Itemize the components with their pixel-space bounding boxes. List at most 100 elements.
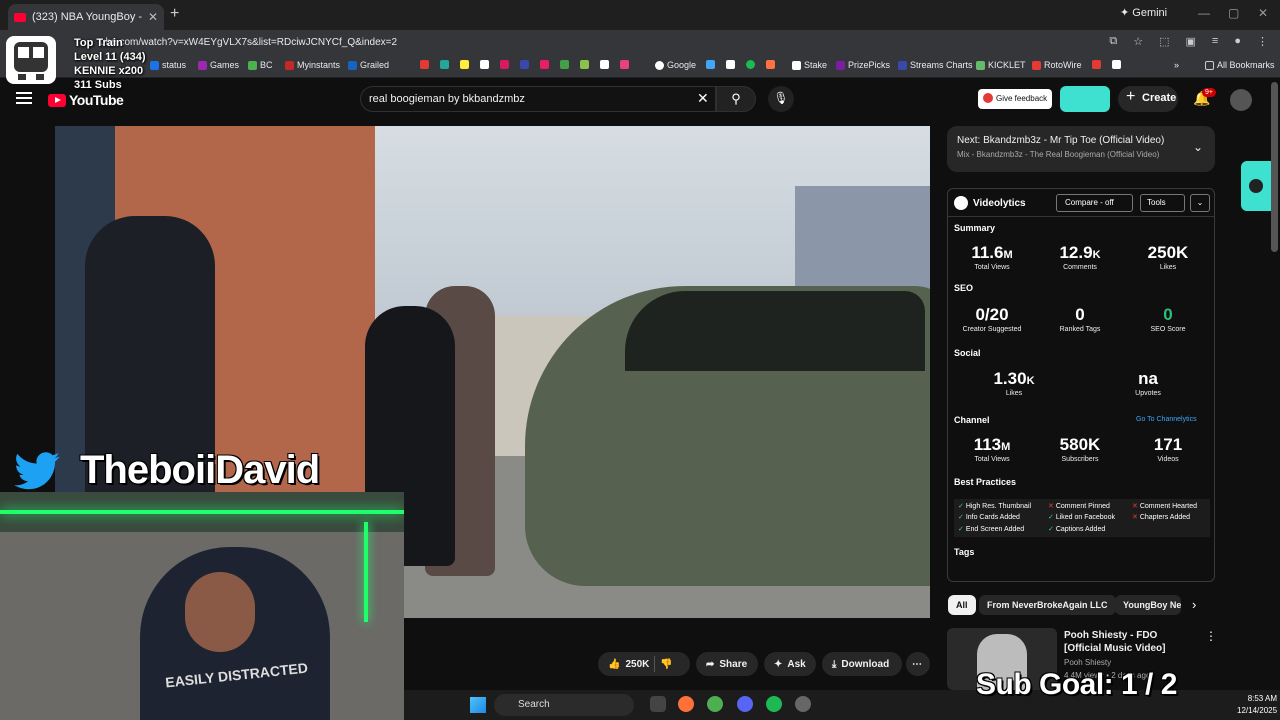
dislike-icon[interactable]: 👎	[660, 659, 672, 670]
extra-bookmark-icon[interactable]	[540, 60, 549, 69]
extra-bookmark-icon[interactable]	[726, 60, 735, 69]
chip-all[interactable]: All	[948, 595, 976, 615]
account-avatar[interactable]	[1230, 89, 1252, 111]
chevron-right-icon[interactable]: ›	[1192, 597, 1196, 612]
extra-bookmark-icon[interactable]	[520, 60, 529, 69]
search-input[interactable]: real boogieman by bkbandzmbz	[360, 86, 716, 112]
search-button[interactable]: ⚲	[716, 86, 756, 112]
give-feedback-button[interactable]: Give feedback	[978, 89, 1052, 109]
extra-bookmark-icon[interactable]	[620, 60, 629, 69]
bookmark-star-icon[interactable]: ☆	[1133, 35, 1143, 48]
bookmark-grailed[interactable]: Grailed	[348, 60, 389, 70]
go-to-channelytics-link[interactable]: Go To Channelytics	[1136, 416, 1197, 423]
bookmark-games[interactable]: Games	[198, 60, 239, 70]
download-button[interactable]: ⤓ Download	[822, 652, 902, 676]
extra-bookmark-icon[interactable]	[580, 60, 589, 69]
new-tab-button[interactable]: +	[170, 5, 179, 23]
close-tab-icon[interactable]: ✕	[148, 10, 158, 24]
chrome-icon[interactable]	[707, 696, 723, 712]
youtube-logo[interactable]: YouTube	[48, 92, 124, 108]
minimize-icon[interactable]: —	[1198, 6, 1210, 20]
profile-icon[interactable]: ●	[1234, 35, 1241, 48]
extra-bookmark-icon[interactable]	[480, 60, 489, 69]
more-options-icon[interactable]: ⋮	[1205, 629, 1217, 643]
bookmarks-overflow-icon[interactable]: »	[1174, 60, 1179, 70]
bookmark-status[interactable]: status	[150, 60, 186, 70]
collapse-panel-button[interactable]: ⌄	[1190, 194, 1210, 212]
install-icon[interactable]: ⧉	[1109, 35, 1117, 48]
videolytics-toggle-button[interactable]	[1060, 86, 1110, 112]
close-window-icon[interactable]: ✕	[1258, 6, 1268, 20]
gemini-button[interactable]: ✦ Gemini	[1120, 6, 1167, 19]
discord-icon[interactable]	[737, 696, 753, 712]
extra-bookmark-icon[interactable]	[706, 60, 715, 69]
bookmark-label: Stake	[804, 60, 828, 70]
taskbar-clock[interactable]: 8:53 AM 12/14/2025	[1237, 693, 1277, 717]
voice-search-button[interactable]: 🎙	[768, 86, 794, 112]
stat-value: 250K	[1147, 243, 1189, 262]
sidebar-icon[interactable]: ▣	[1186, 35, 1196, 48]
extensions-icon[interactable]: ⬚	[1159, 35, 1169, 48]
chip-from-neverbrokeagain[interactable]: From NeverBrokeAgain LLC	[979, 595, 1116, 615]
media-controls-icon[interactable]: ≡	[1212, 35, 1218, 48]
extra-bookmark-icon[interactable]	[420, 60, 429, 69]
bookmark-google[interactable]: Google	[655, 60, 696, 70]
create-button[interactable]: Create	[1118, 86, 1178, 112]
ask-button[interactable]: ✦ Ask	[764, 652, 816, 676]
like-count[interactable]: 250K	[625, 659, 649, 670]
extra-bookmark-icon[interactable]	[600, 60, 609, 69]
maximize-icon[interactable]: ▢	[1228, 6, 1239, 20]
windows-start-icon[interactable]	[470, 697, 486, 713]
like-dislike-group: 👍 250K 👎	[598, 652, 690, 676]
share-button[interactable]: ➦ Share	[696, 652, 758, 676]
spotify-icon[interactable]	[766, 696, 782, 712]
youtube-play-icon	[48, 93, 66, 107]
task-view-icon[interactable]	[650, 696, 666, 712]
extra-bookmark-icon[interactable]	[500, 60, 509, 69]
extra-bookmark-icon[interactable]	[1092, 60, 1101, 69]
bookmark-kicklet[interactable]: KICKLET	[976, 60, 1026, 70]
steam-icon[interactable]	[795, 696, 811, 712]
bookmark-streams-charts[interactable]: Streams Charts	[898, 60, 973, 70]
bookmark-label: Myinstants	[297, 60, 341, 70]
recommended-channel[interactable]: Pooh Shiesty	[1064, 658, 1111, 667]
google-favicon-icon	[655, 60, 664, 70]
bookmark-label: Google	[667, 60, 697, 70]
extra-bookmark-icon[interactable]	[460, 60, 469, 69]
playlist-next-up[interactable]: Next: Bkandzmb3z - Mr Tip Toe (Official …	[947, 126, 1215, 172]
chevron-down-icon[interactable]: ⌄	[1193, 140, 1203, 154]
browser-tab[interactable]: (323) NBA YoungBoy - Boo ✕	[8, 4, 164, 30]
taskbar-search[interactable]: Search	[494, 694, 634, 716]
clear-search-icon[interactable]: ✕	[697, 90, 709, 107]
extra-bookmark-icon[interactable]	[560, 60, 569, 69]
all-bookmarks-button[interactable]: All Bookmarks	[1205, 60, 1275, 70]
videolytics-side-tab[interactable]	[1241, 161, 1271, 211]
best-practice-item: Chapters Added	[1132, 513, 1212, 522]
bookmark-label: KICKLET	[988, 60, 1026, 70]
bookmark-stake[interactable]: Stake	[792, 60, 827, 70]
hamburger-menu-icon[interactable]	[16, 92, 32, 104]
more-actions-button[interactable]: ⋯	[906, 652, 930, 676]
extra-bookmark-icon[interactable]	[440, 60, 449, 69]
bookmark-bc[interactable]: BC	[248, 60, 273, 70]
firefox-icon[interactable]	[678, 696, 694, 712]
page-scrollbar[interactable]	[1271, 82, 1278, 252]
spotify-bookmark-icon[interactable]	[746, 60, 755, 69]
bookmark-myinstants[interactable]: Myinstants	[285, 60, 340, 70]
train-level: Level 11 (434)	[74, 51, 146, 63]
clock-date: 12/14/2025	[1237, 706, 1278, 715]
chrome-menu-icon[interactable]: ⋮	[1257, 35, 1268, 48]
bookmark-prizepicks[interactable]: PrizePicks	[836, 60, 890, 70]
best-practice-item: Comment Hearted	[1132, 502, 1212, 511]
extra-bookmark-icon[interactable]	[1112, 60, 1121, 69]
stat-subscribers: 580K Subscribers	[1038, 435, 1122, 463]
like-icon[interactable]: 👍	[608, 659, 620, 670]
tools-dropdown[interactable]: Tools	[1140, 194, 1185, 212]
stat-value: 113	[973, 435, 1002, 454]
stat-label: Comments	[1063, 264, 1097, 271]
compare-toggle-button[interactable]: Compare - off	[1056, 194, 1133, 212]
extra-bookmark-icon[interactable]	[766, 60, 775, 69]
bookmark-rotowire[interactable]: RotoWire	[1032, 60, 1082, 70]
recommended-title[interactable]: Pooh Shiesty - FDO [Official Music Video…	[1064, 629, 1194, 655]
chip-youngboy[interactable]: YoungBoy Ne	[1115, 595, 1181, 615]
